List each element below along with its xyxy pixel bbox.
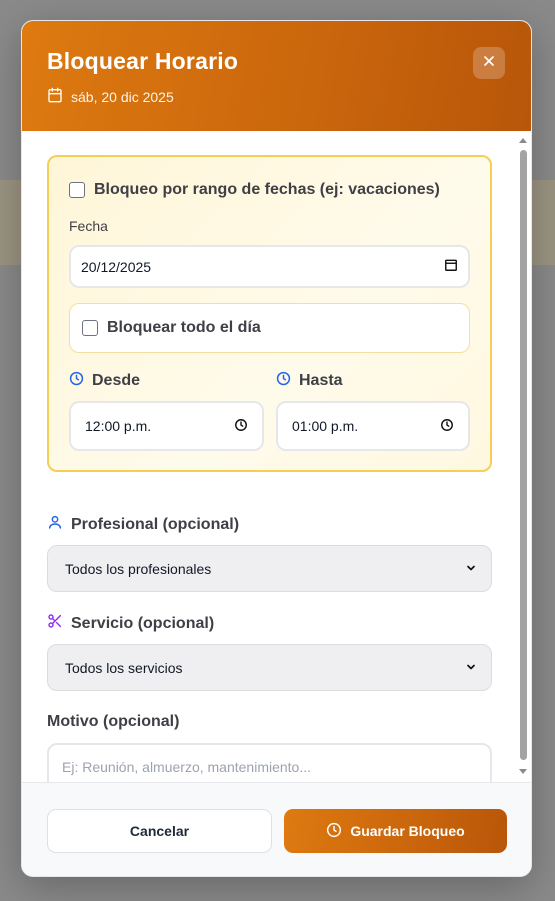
allday-option[interactable]: Bloquear todo el día (69, 303, 470, 353)
to-label: Hasta (276, 371, 343, 391)
modal-date: sáb, 20 dic 2025 (47, 87, 174, 106)
scroll-thumb[interactable] (520, 150, 527, 760)
modal-header: Bloquear Horario sáb, 20 dic 2025 (22, 21, 531, 131)
to-time-input[interactable]: 01:00 p.m. (276, 401, 470, 451)
service-label-text: Servicio (opcional) (71, 614, 215, 632)
to-time-value: 01:00 p.m. (292, 418, 359, 434)
scroll-down-arrow[interactable] (519, 769, 527, 774)
calendar-icon (47, 87, 63, 106)
date-input-value: 20/12/2025 (81, 258, 152, 275)
service-label: Servicio (opcional) (47, 613, 214, 634)
allday-checkbox[interactable] (82, 320, 98, 336)
save-block-label: Guardar Bloqueo (350, 823, 465, 839)
clock-icon (69, 371, 84, 391)
professional-select[interactable]: Todos los profesionales (47, 545, 492, 592)
service-select-value: Todos los servicios (65, 659, 183, 676)
chevron-down-icon (465, 660, 477, 676)
range-checkbox-label: Bloqueo por rango de fechas (ej: vacacio… (94, 181, 440, 198)
chevron-down-icon (465, 561, 477, 577)
user-icon (47, 514, 63, 535)
modal-date-text: sáb, 20 dic 2025 (71, 88, 174, 105)
date-time-panel: Bloqueo por rango de fechas (ej: vacacio… (47, 155, 492, 472)
reason-label: Motivo (opcional) (47, 713, 179, 731)
reason-label-text: Motivo (opcional) (47, 713, 180, 730)
calendar-picker-icon[interactable] (444, 258, 458, 275)
scissors-icon (47, 613, 63, 634)
from-time-input[interactable]: 12:00 p.m. (69, 401, 264, 451)
close-button[interactable] (473, 47, 505, 79)
professional-label: Profesional (opcional) (47, 514, 239, 535)
clock-icon (326, 822, 342, 841)
block-schedule-modal: Bloquear Horario sáb, 20 dic 2025 Bloque… (21, 20, 532, 877)
to-label-text: Hasta (299, 372, 343, 389)
clock-picker-icon[interactable] (234, 418, 248, 435)
reason-placeholder: Ej: Reunión, almuerzo, mantenimiento... (62, 759, 312, 775)
allday-label: Bloquear todo el día (107, 319, 261, 336)
modal-body: Bloqueo por rango de fechas (ej: vacacio… (22, 131, 531, 782)
clock-picker-icon[interactable] (440, 418, 454, 435)
from-label: Desde (69, 371, 140, 391)
from-label-text: Desde (92, 372, 141, 389)
date-label: Fecha (69, 218, 108, 234)
professional-label-text: Profesional (opcional) (71, 515, 240, 533)
save-block-button[interactable]: Guardar Bloqueo (284, 809, 507, 853)
range-checkbox[interactable] (69, 182, 85, 198)
professional-select-value: Todos los profesionales (65, 560, 212, 577)
from-time-value: 12:00 p.m. (85, 418, 152, 434)
range-checkbox-row[interactable]: Bloqueo por rango de fechas (ej: vacacio… (69, 181, 440, 199)
scrollbar[interactable] (518, 136, 528, 776)
close-icon (481, 53, 497, 74)
clock-icon (276, 371, 291, 391)
modal-title: Bloquear Horario (47, 48, 239, 74)
reason-input[interactable]: Ej: Reunión, almuerzo, mantenimiento... (47, 743, 492, 782)
cancel-button[interactable]: Cancelar (47, 809, 272, 853)
service-select[interactable]: Todos los servicios (47, 644, 492, 691)
allday-checkbox-row[interactable]: Bloquear todo el día (82, 319, 261, 337)
scroll-up-arrow[interactable] (519, 138, 527, 143)
date-input[interactable]: 20/12/2025 (69, 245, 470, 288)
modal-footer: Cancelar Guardar Bloqueo (22, 782, 531, 876)
